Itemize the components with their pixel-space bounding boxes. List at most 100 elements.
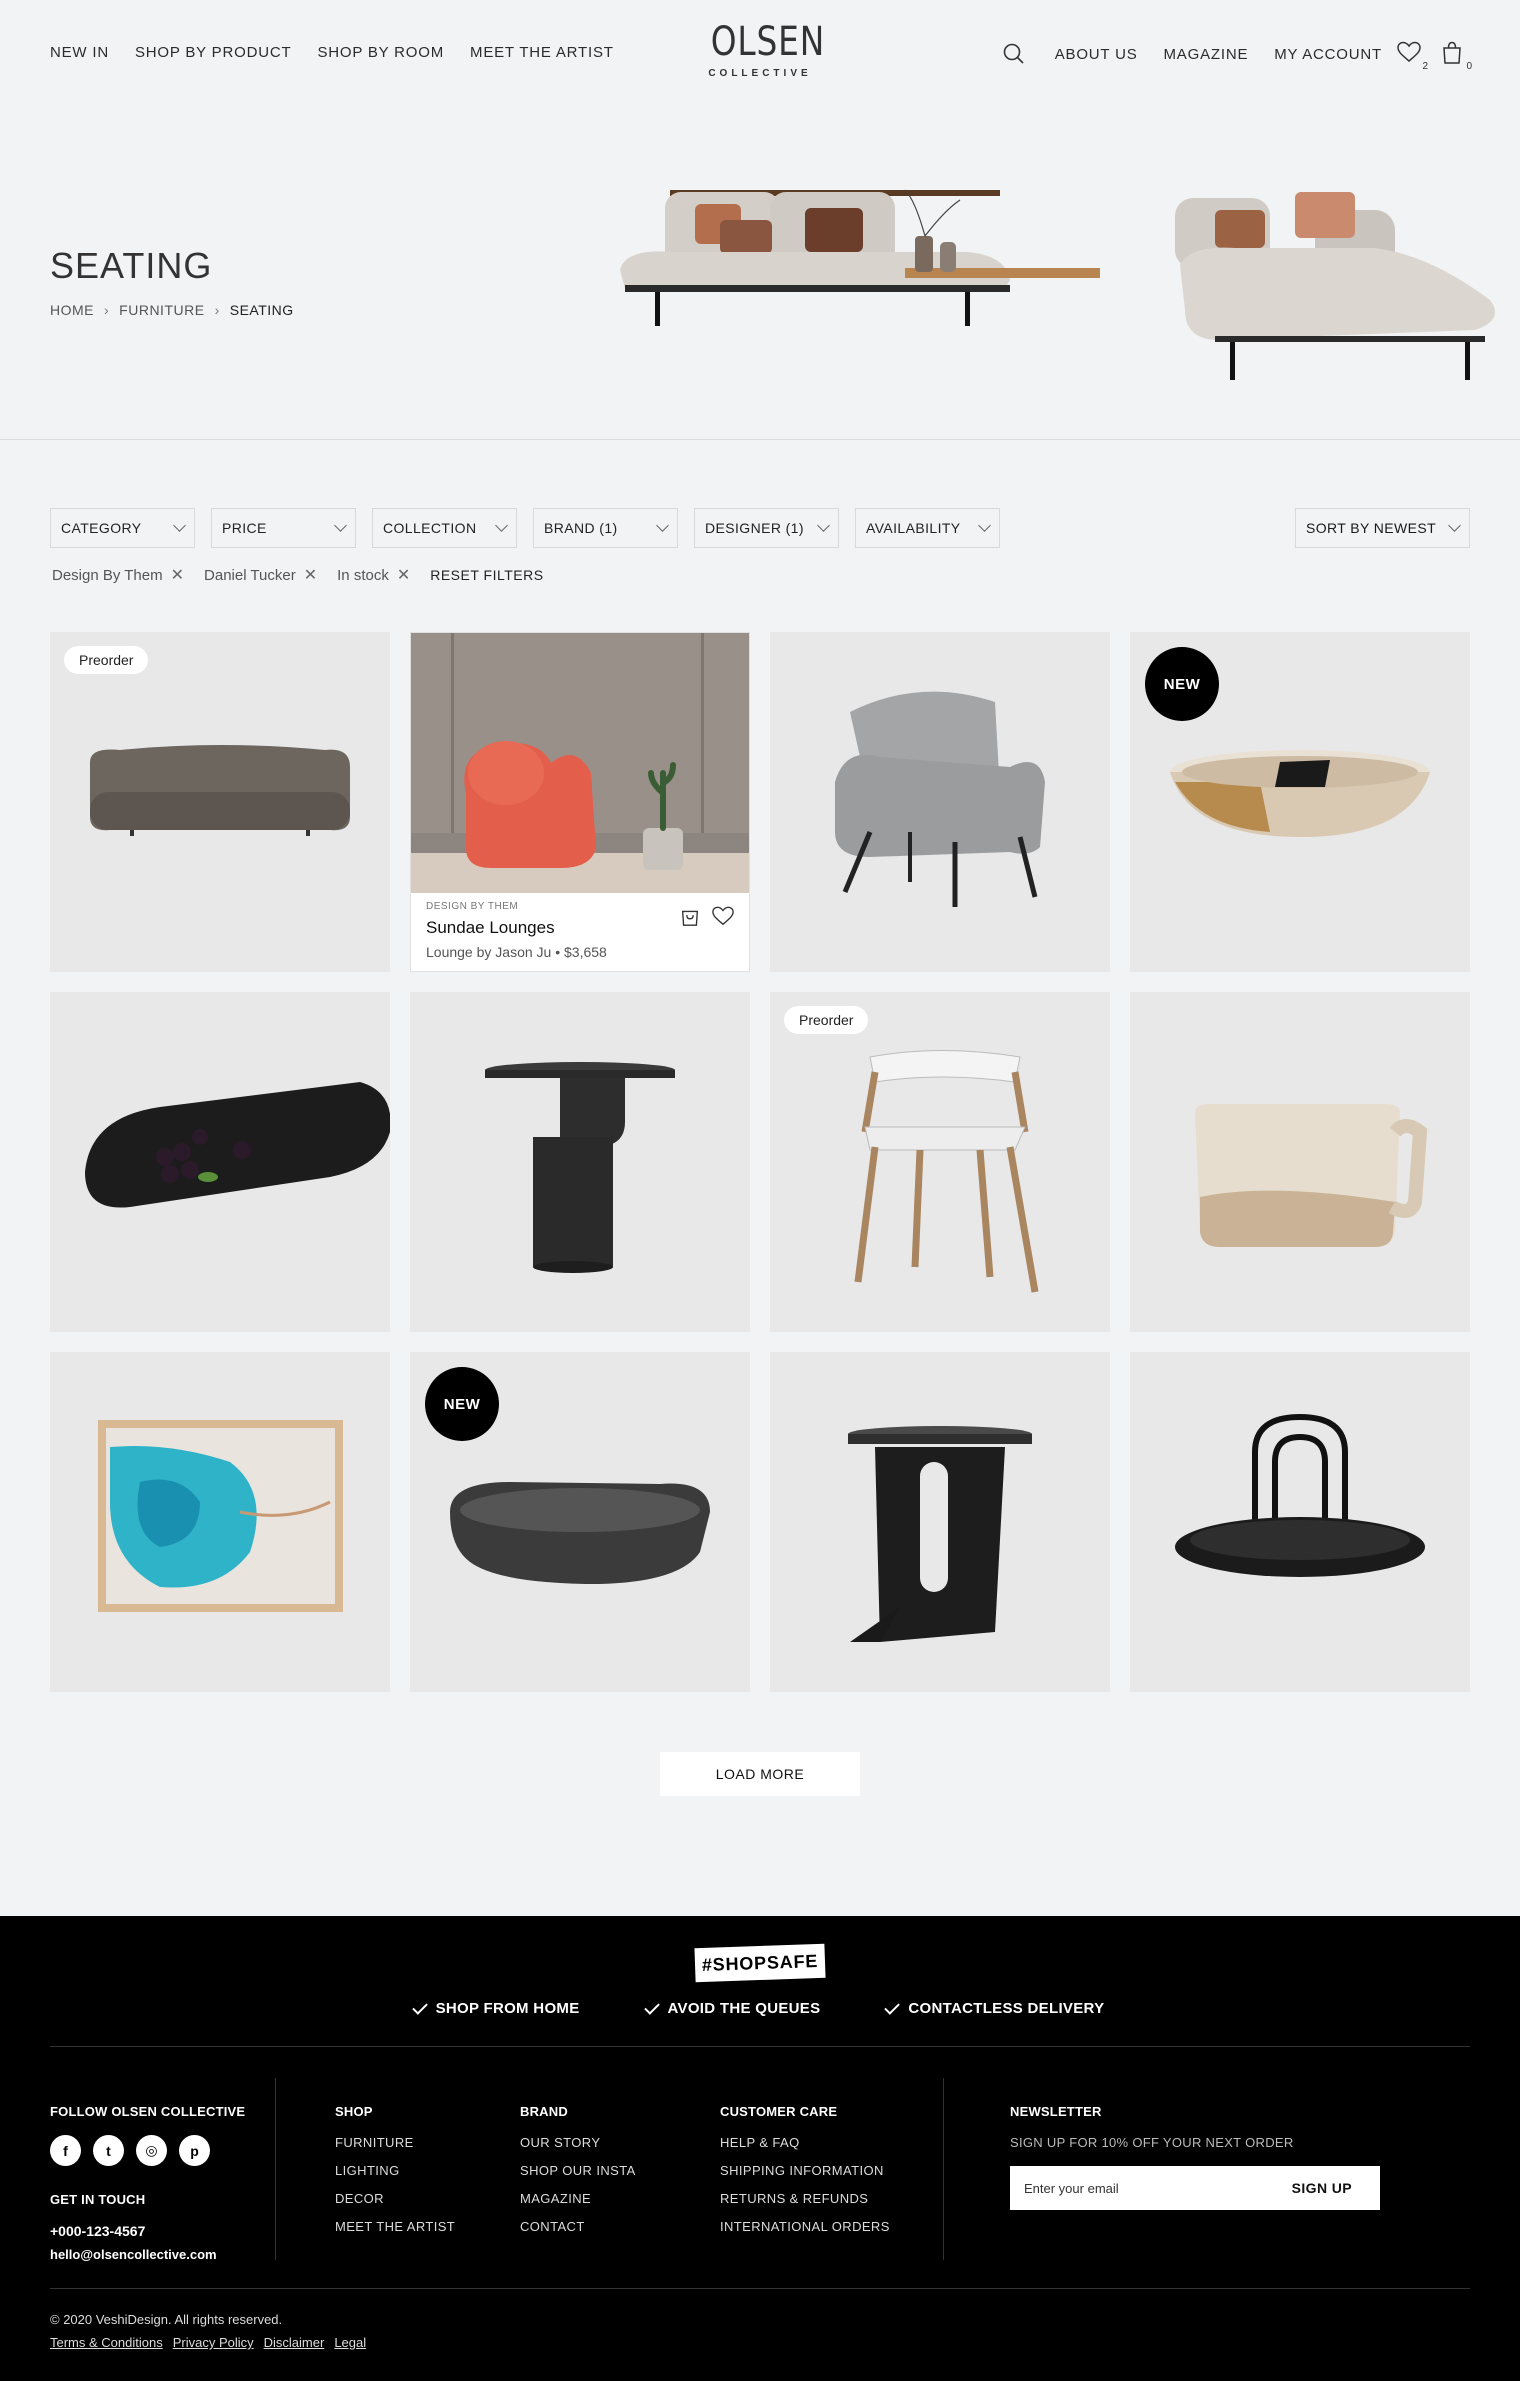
privacy-link[interactable]: Privacy Policy (173, 2335, 254, 2350)
cart-button[interactable]: 0 (1440, 40, 1472, 72)
product-card[interactable] (1130, 992, 1470, 1332)
filter-collection[interactable]: COLLECTION (372, 508, 517, 548)
legal-link[interactable]: Legal (334, 2335, 366, 2350)
product-card[interactable]: NEW (1130, 632, 1470, 972)
site-logo[interactable]: OLSEN COLLECTIVE (700, 20, 824, 79)
perk-label: SHOP FROM HOME (435, 2000, 580, 2017)
product-image-tray (85, 1082, 390, 1208)
close-icon[interactable]: ✕ (397, 565, 410, 585)
product-card[interactable]: Preorder (50, 632, 390, 972)
legal-links: Terms & Conditions Privacy Policy Discla… (50, 2335, 366, 2350)
active-filter-chip[interactable]: Design By Them ✕ (52, 565, 184, 585)
product-card[interactable] (50, 992, 390, 1332)
breadcrumb-current: SEATING (229, 302, 294, 318)
phone-number[interactable]: +000-123-4567 (50, 2223, 245, 2239)
product-name[interactable]: Sundae Lounges (426, 918, 607, 938)
perks-row: SHOP FROM HOME AVOID THE QUEUES CONTACTL… (0, 1998, 1520, 2017)
breadcrumb-furniture[interactable]: FURNITURE (119, 302, 204, 318)
footer-link[interactable]: CONTACT (520, 2219, 636, 2234)
active-filter-chip[interactable]: In stock ✕ (337, 565, 410, 585)
perk-item: CONTACTLESS DELIVERY (884, 1998, 1104, 2017)
filter-category[interactable]: CATEGORY (50, 508, 195, 548)
footer-link[interactable]: DECOR (335, 2191, 455, 2206)
nav-meet-the-artist[interactable]: MEET THE ARTIST (470, 44, 614, 61)
search-icon[interactable] (1001, 41, 1027, 67)
product-card[interactable]: NEW (410, 1352, 750, 1692)
copyright: © 2020 VeshiDesign. All rights reserved. (50, 2312, 283, 2327)
footer-link[interactable]: HELP & FAQ (720, 2135, 890, 2150)
heart-icon[interactable] (711, 905, 735, 927)
breadcrumb-home[interactable]: HOME (50, 302, 94, 318)
newsletter-subtitle: SIGN UP FOR 10% OFF YOUR NEXT ORDER (1010, 2135, 1294, 2150)
nav-magazine[interactable]: MAGAZINE (1164, 46, 1249, 63)
terms-link[interactable]: Terms & Conditions (50, 2335, 163, 2350)
close-icon[interactable]: ✕ (304, 565, 317, 585)
filter-designer[interactable]: DESIGNER (1) (694, 508, 839, 548)
filter-brand[interactable]: BRAND (1) (533, 508, 678, 548)
footer-link[interactable]: SHIPPING INFORMATION (720, 2163, 890, 2178)
new-badge: NEW (425, 1367, 499, 1441)
product-card[interactable] (770, 632, 1110, 972)
active-filter-chip[interactable]: Daniel Tucker ✕ (204, 565, 317, 585)
footer-newsletter: NEWSLETTER SIGN UP FOR 10% OFF YOUR NEXT… (1010, 2104, 1380, 2210)
email-input[interactable]: Enter your email (1024, 2181, 1119, 2196)
primary-nav: NEW IN SHOP BY PRODUCT SHOP BY ROOM MEET… (50, 44, 614, 61)
product-image-sofa (90, 745, 350, 836)
perk-item: SHOP FROM HOME (411, 1998, 580, 2017)
shopsafe-tag: #SHOPSAFE (694, 1943, 826, 1983)
perk-label: AVOID THE QUEUES (667, 2000, 821, 2017)
footer-link[interactable]: FURNITURE (335, 2135, 455, 2150)
product-card[interactable] (410, 992, 750, 1332)
category-hero: SEATING HOME › FURNITURE › SEATING (0, 110, 1520, 440)
nav-shop-by-product[interactable]: SHOP BY PRODUCT (135, 44, 291, 61)
footer-follow: FOLLOW OLSEN COLLECTIVE f t ◎ p GET IN T… (50, 2104, 245, 2262)
product-card[interactable] (770, 1352, 1110, 1692)
filter-label: DESIGNER (1) (705, 520, 804, 536)
footer-link[interactable]: MAGAZINE (520, 2191, 636, 2206)
bag-icon[interactable] (679, 905, 701, 927)
product-card[interactable] (1130, 1352, 1470, 1692)
product-card-featured[interactable]: DESIGN BY THEM Sundae Lounges Lounge by … (410, 632, 750, 972)
site-footer: #SHOPSAFE SHOP FROM HOME AVOID THE QUEUE… (0, 1916, 1520, 2381)
hero-sofa-image (620, 189, 1495, 380)
footer-link[interactable]: INTERNATIONAL ORDERS (720, 2219, 890, 2234)
instagram-icon[interactable]: ◎ (136, 2135, 167, 2166)
sort-label: SORT BY NEWEST (1306, 520, 1437, 536)
disclaimer-link[interactable]: Disclaimer (264, 2335, 325, 2350)
close-icon[interactable]: ✕ (171, 565, 184, 585)
footer-link[interactable]: OUR STORY (520, 2135, 636, 2150)
filter-label: BRAND (1) (544, 520, 618, 536)
chevron-right-icon: › (104, 302, 110, 318)
email-address[interactable]: hello@olsencollective.com (50, 2247, 245, 2262)
load-more-button[interactable]: LOAD MORE (660, 1752, 860, 1796)
filter-availability[interactable]: AVAILABILITY (855, 508, 1000, 548)
facebook-icon[interactable]: f (50, 2135, 81, 2166)
nav-new-in[interactable]: NEW IN (50, 44, 109, 61)
breadcrumb: HOME › FURNITURE › SEATING (50, 302, 294, 318)
product-image-framed-print (98, 1420, 343, 1612)
twitter-icon[interactable]: t (93, 2135, 124, 2166)
footer-link[interactable]: SHOP OUR INSTA (520, 2163, 636, 2178)
reset-filters-button[interactable]: RESET FILTERS (430, 567, 543, 583)
chevron-down-icon (334, 519, 347, 532)
footer-link[interactable]: LIGHTING (335, 2163, 455, 2178)
footer-brand: BRAND OUR STORY SHOP OUR INSTA MAGAZINE … (520, 2104, 636, 2247)
chevron-down-icon (656, 519, 669, 532)
footer-link[interactable]: RETURNS & REFUNDS (720, 2191, 890, 2206)
sort-dropdown[interactable]: SORT BY NEWEST (1295, 508, 1470, 548)
wishlist-button[interactable]: 2 (1396, 40, 1428, 72)
filter-price[interactable]: PRICE (211, 508, 356, 548)
nav-about-us[interactable]: ABOUT US (1055, 46, 1138, 63)
nav-my-account[interactable]: MY ACCOUNT (1274, 46, 1382, 63)
product-card[interactable] (50, 1352, 390, 1692)
logo-sub: COLLECTIVE (708, 68, 812, 79)
footer-link[interactable]: MEET THE ARTIST (335, 2219, 455, 2234)
product-card[interactable]: Preorder (770, 992, 1110, 1332)
footer-customer-care: CUSTOMER CARE HELP & FAQ SHIPPING INFORM… (720, 2104, 890, 2247)
pinterest-icon[interactable]: p (179, 2135, 210, 2166)
chevron-down-icon (173, 519, 186, 532)
wishlist-count: 2 (1422, 61, 1428, 72)
signup-button[interactable]: SIGN UP (1292, 2180, 1352, 2196)
nav-shop-by-room[interactable]: SHOP BY ROOM (317, 44, 444, 61)
divider (50, 2288, 1470, 2289)
